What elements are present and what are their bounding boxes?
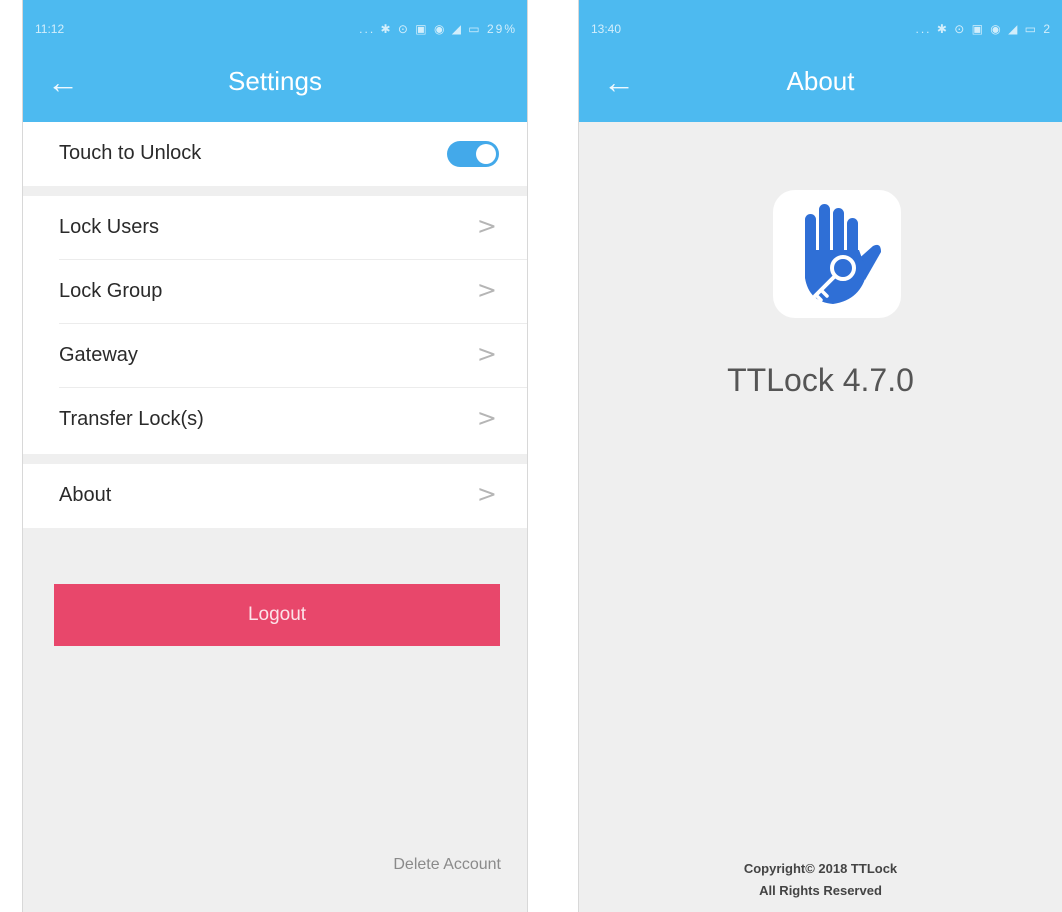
- chevron-right-icon: >: [476, 340, 497, 368]
- menu-item-label: Transfer Lock(s): [59, 408, 204, 430]
- menu-item-lock-users[interactable]: Lock Users >: [23, 196, 527, 260]
- app-logo: [773, 190, 901, 318]
- touch-to-unlock-row: Touch to Unlock: [23, 122, 527, 186]
- settings-screen: 11:12 ... ✱ ⊙ ▣ ◉ ◢ ▭ 29% ← Settings Tou…: [22, 0, 528, 912]
- copyright-text: Copyright© 2018 TTLock All Rights Reserv…: [579, 858, 1062, 902]
- rights-line: All Rights Reserved: [759, 883, 882, 898]
- touch-to-unlock-toggle[interactable]: [447, 141, 499, 167]
- copyright-line: Copyright© 2018 TTLock: [743, 861, 898, 876]
- about-screen: 13:40 ... ✱ ⊙ ▣ ◉ ◢ ▭ 2 ← About TTLock 4…: [578, 0, 1062, 912]
- logout-button[interactable]: Logout: [54, 584, 500, 646]
- touch-unlock-section: Touch to Unlock: [23, 122, 527, 186]
- menu-item-about[interactable]: About >: [23, 464, 527, 528]
- chevron-right-icon: >: [476, 276, 497, 304]
- menu-item-label: Lock Users: [59, 216, 160, 238]
- chevron-right-icon: >: [476, 480, 497, 508]
- app-version: TTLock 4.7.0: [727, 362, 914, 398]
- touch-to-unlock-label: Touch to Unlock: [59, 142, 202, 164]
- status-icons: ... ✱ ⊙ ▣ ◉ ◢ ▭ 2: [915, 22, 1052, 36]
- status-icons: ... ✱ ⊙ ▣ ◉ ◢ ▭ 29%: [359, 22, 517, 36]
- page-title: About: [786, 66, 855, 96]
- about-app-bar: 13:40 ... ✱ ⊙ ▣ ◉ ◢ ▭ 2 ← About: [579, 0, 1062, 122]
- status-bar: 11:12 ... ✱ ⊙ ▣ ◉ ◢ ▭ 29%: [23, 0, 527, 38]
- hand-key-logo-icon: [805, 204, 881, 304]
- menu-item-label: Lock Group: [59, 280, 163, 302]
- status-bar: 13:40 ... ✱ ⊙ ▣ ◉ ◢ ▭ 2: [579, 0, 1062, 38]
- chevron-right-icon: >: [476, 212, 497, 240]
- about-section: About >: [23, 464, 527, 528]
- menu-item-lock-group[interactable]: Lock Group >: [23, 260, 527, 324]
- chevron-right-icon: >: [476, 404, 497, 432]
- delete-account-link[interactable]: Delete Account: [393, 856, 501, 874]
- toggle-knob: [476, 144, 496, 164]
- menu-item-label: Gateway: [59, 344, 138, 366]
- menu-item-label: About: [59, 484, 112, 506]
- menu-section: Lock Users > Lock Group > Gateway > Tran…: [23, 196, 527, 454]
- settings-app-bar: 11:12 ... ✱ ⊙ ▣ ◉ ◢ ▭ 29% ← Settings: [23, 0, 527, 122]
- page-title: Settings: [228, 66, 322, 96]
- menu-item-gateway[interactable]: Gateway >: [23, 324, 527, 388]
- status-time: 11:12: [35, 22, 65, 36]
- menu-item-transfer-locks[interactable]: Transfer Lock(s) >: [23, 388, 527, 452]
- status-time: 13:40: [591, 22, 622, 36]
